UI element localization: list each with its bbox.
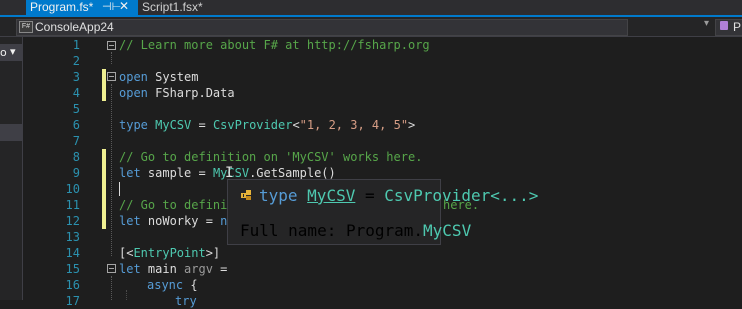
tab-program-fs[interactable]: Program.fs* ⊣⊢ ✕ (26, 0, 138, 15)
code-line-11: // Go to definit (119, 197, 235, 213)
code-text: >] (205, 246, 221, 260)
tooltip-fullname: Full name: Program.MyCSV (240, 223, 471, 239)
code-text: [< (119, 246, 134, 260)
project-name: ConsoleApp24 (35, 20, 114, 34)
attribute-name: EntryPoint (133, 246, 206, 260)
keyword: let (119, 262, 141, 276)
code-text: = (191, 118, 213, 132)
line-number: 6 (72, 118, 80, 132)
change-marker (102, 69, 106, 101)
keyword: open (119, 86, 148, 100)
tooltip-text: = (355, 186, 385, 205)
line-number: 4 (72, 86, 80, 100)
tooltip-signature: type MyCSV = CsvProvider<...> (259, 188, 538, 204)
code-text: noWorky = (140, 214, 221, 228)
line-number: 13 (65, 230, 80, 244)
tab-script1-fsx[interactable]: Script1.fsx* (142, 0, 203, 15)
tooltip-fullname-label: Full name: Program. (240, 221, 424, 240)
code-line-14: [<EntryPoint>] (119, 245, 220, 261)
collapse-icon[interactable] (107, 264, 116, 273)
member-icon (720, 21, 728, 30)
keyword: let (119, 166, 141, 180)
code-text: { (183, 278, 198, 292)
code-text: > (408, 118, 416, 132)
comment: // Go to definition on 'MyCSV' works her… (119, 150, 423, 164)
line-number: 8 (72, 150, 80, 164)
chevron-down-icon: ▾ (10, 45, 16, 58)
code-line-1: // Learn more about F# at http://fsharp.… (119, 37, 430, 53)
code-line-16: async { (147, 277, 198, 293)
collapse-icon[interactable] (107, 41, 116, 50)
line-number: 16 (65, 278, 80, 292)
outline-guide (111, 84, 112, 256)
collapse-icon[interactable] (107, 72, 116, 81)
comment: // Go to definit (119, 198, 235, 212)
code-text: System (147, 70, 199, 84)
fsharp-project-icon: F# (19, 21, 33, 33)
tooltip-fullname-type: MyCSV (423, 221, 472, 240)
line-number: 10 (65, 182, 80, 196)
line-number: 17 (65, 294, 80, 308)
keyword: async (147, 278, 184, 292)
code-line-3: open System (119, 69, 198, 85)
code-line-17: try (175, 293, 197, 309)
line-number: 1 (72, 38, 80, 52)
keyword: open (119, 70, 148, 84)
side-panel-dropdown[interactable]: o ▾ (0, 44, 22, 61)
code-line-15: let main argv = (119, 261, 227, 277)
outline-guide (111, 276, 112, 300)
line-number: 9 (72, 166, 80, 180)
change-marker (102, 149, 106, 229)
line-number: 11 (65, 198, 80, 212)
line-number: 12 (65, 214, 80, 228)
indent-guide (126, 290, 127, 300)
code-text: .GetSample() (249, 166, 336, 180)
side-panel-selected-item[interactable] (0, 124, 22, 141)
text-caret (119, 182, 120, 196)
chevron-down-icon[interactable]: ▾ (704, 18, 709, 29)
tab-label: Script1.fsx* (142, 0, 203, 14)
keyword: type (119, 118, 148, 132)
line-number: 2 (72, 54, 80, 68)
type-name: MyCSV (147, 118, 192, 132)
close-icon[interactable]: ✕ (119, 0, 129, 13)
side-panel-dropdown-text: o (0, 46, 7, 59)
type-name: CsvProvider (212, 118, 293, 132)
code-line-12: let noWorky = ne (119, 213, 235, 229)
outline-guide (111, 52, 112, 64)
ibeam-cursor-icon: I (225, 165, 234, 181)
code-line-4: open FSharp.Data (119, 85, 235, 101)
member-dropdown-label: P (733, 20, 742, 34)
parameter-name: argv (184, 262, 213, 276)
code-line-8: // Go to definition on 'MyCSV' works her… (119, 149, 422, 165)
code-text: sample = (140, 166, 213, 180)
tooltip-type-link[interactable]: MyCSV (307, 186, 355, 205)
class-icon (241, 190, 251, 200)
code-text: < (292, 118, 300, 132)
tooltip-keyword: type (259, 186, 298, 205)
comment: // Learn more about F# at http://fsharp.… (119, 38, 430, 52)
code-line-6: type MyCSV = CsvProvider<"1, 2, 3, 4, 5"… (119, 117, 415, 133)
code-text: main (140, 262, 185, 276)
keyword: let (119, 214, 141, 228)
line-number: 3 (72, 70, 80, 84)
line-number: 5 (72, 102, 80, 116)
tooltip-provider: CsvProvider<...> (384, 186, 539, 205)
tab-label: Program.fs* (30, 0, 94, 14)
code-text: = (212, 262, 228, 276)
side-panel (0, 37, 23, 300)
string-literal: "1, 2, 3, 4, 5" (299, 118, 409, 132)
line-number: 7 (72, 134, 80, 148)
code-text: FSharp.Data (147, 86, 235, 100)
line-number: 15 (65, 262, 80, 276)
line-number: 14 (65, 246, 80, 260)
keyword: try (175, 294, 197, 308)
